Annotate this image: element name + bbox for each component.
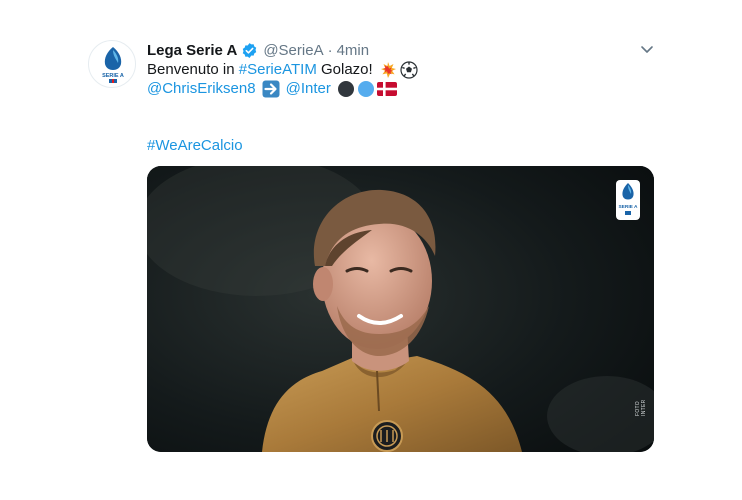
- tweet-timestamp[interactable]: 4min: [337, 42, 370, 59]
- media-badge-caption: SERIE A: [618, 204, 638, 210]
- collision-emoji-icon: [380, 62, 396, 78]
- right-arrow-emoji-icon: [262, 80, 280, 98]
- serie-a-badge-icon: SERIE A: [616, 180, 640, 220]
- tweet-text-line-2: @ChrisEriksen8 @Inter: [147, 79, 397, 99]
- chevron-down-icon[interactable]: [639, 41, 655, 57]
- mention-chriseriksen8[interactable]: @ChrisEriksen8: [147, 79, 256, 99]
- avatar-caption: SERIE A: [102, 73, 124, 79]
- tweet-media-photo[interactable]: SERIE A FOTO INTER: [147, 166, 654, 452]
- tweet-card[interactable]: SERIE A Lega Serie A @SerieA · 4min Benv…: [0, 0, 742, 500]
- avatar[interactable]: SERIE A: [88, 40, 136, 88]
- tweet-text-prefix: Benvenuto in: [147, 61, 239, 78]
- tweet-header: Lega Serie A @SerieA · 4min: [147, 40, 369, 60]
- tweet-text-line-3: #WeAreCalcio: [147, 136, 243, 156]
- denmark-flag-emoji-icon: [376, 82, 397, 96]
- tweet-text-suffix: Golazo!: [316, 61, 373, 78]
- soccer-ball-emoji-icon: [400, 61, 418, 79]
- author-handle[interactable]: @SerieA: [263, 42, 323, 59]
- verified-badge-icon: [243, 42, 257, 58]
- photo-credit: FOTO INTER: [635, 399, 647, 417]
- tweet-text-line-1: Benvenuto in #SerieATIM Golazo!: [147, 60, 418, 80]
- serie-a-logo-icon: SERIE A: [102, 47, 124, 83]
- player-photo: [147, 166, 654, 452]
- blue-circle-emoji-icon: [357, 81, 374, 97]
- separator-dot: ·: [327, 41, 333, 59]
- black-circle-emoji-icon: [337, 81, 354, 97]
- author-name[interactable]: Lega Serie A: [147, 42, 237, 59]
- mention-inter[interactable]: @Inter: [286, 79, 331, 99]
- hashtag-serieatim[interactable]: #SerieATIM: [239, 60, 317, 80]
- hashtag-wearecalcio[interactable]: #WeAreCalcio: [147, 136, 243, 156]
